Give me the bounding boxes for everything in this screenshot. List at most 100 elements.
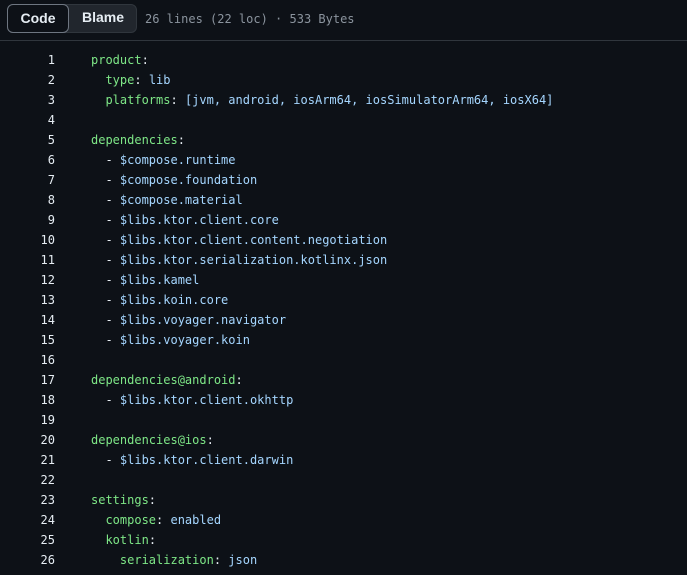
code-text: - $libs.voyager.koin	[91, 330, 250, 350]
code-text: dependencies@android:	[91, 370, 243, 390]
line-number[interactable]: 3	[0, 90, 55, 110]
code-text: serialization: json	[91, 550, 257, 570]
line-number[interactable]: 25	[0, 530, 55, 550]
code-line: 24 compose: enabled	[0, 510, 687, 530]
code-text: kotlin:	[91, 530, 156, 550]
code-line: 9 - $libs.ktor.client.core	[0, 210, 687, 230]
yaml-colon: :	[170, 93, 185, 107]
code-view-button[interactable]: Code	[7, 4, 69, 33]
code-line: 13 - $libs.koin.core	[0, 290, 687, 310]
code-line: 25 kotlin:	[0, 530, 687, 550]
code-line: 8 - $compose.material	[0, 190, 687, 210]
line-number[interactable]: 10	[0, 230, 55, 250]
yaml-colon: :	[148, 533, 157, 547]
code-line: 26 serialization: json	[0, 550, 687, 570]
list-dash: -	[105, 153, 120, 167]
line-number[interactable]: 11	[0, 250, 55, 270]
code-line: 7 - $compose.foundation	[0, 170, 687, 190]
line-number[interactable]: 7	[0, 170, 55, 190]
line-number[interactable]: 6	[0, 150, 55, 170]
code-line: 6 - $compose.runtime	[0, 150, 687, 170]
list-dash: -	[105, 233, 120, 247]
yaml-key: serialization	[119, 553, 214, 567]
code-text: - $libs.ktor.client.content.negotiation	[91, 230, 387, 250]
list-dash: -	[105, 273, 120, 287]
list-dash: -	[105, 193, 120, 207]
yaml-colon: :	[213, 553, 229, 567]
line-number[interactable]: 4	[0, 110, 55, 130]
line-number[interactable]: 23	[0, 490, 55, 510]
yaml-key: kotlin	[105, 533, 149, 547]
line-number[interactable]: 14	[0, 310, 55, 330]
code-line: 12 - $libs.kamel	[0, 270, 687, 290]
code-line: 17 dependencies@android:	[0, 370, 687, 390]
code-text: settings:	[91, 490, 156, 510]
line-number[interactable]: 22	[0, 470, 55, 490]
line-number[interactable]: 20	[0, 430, 55, 450]
yaml-key: platforms	[105, 93, 171, 107]
code-line: 18 - $libs.ktor.client.okhttp	[0, 390, 687, 410]
list-dash: -	[105, 213, 120, 227]
line-number[interactable]: 1	[0, 50, 55, 70]
list-dash: -	[105, 453, 120, 467]
yaml-value: lib	[148, 73, 171, 87]
code-text: - $libs.ktor.client.core	[91, 210, 278, 230]
yaml-colon: :	[141, 53, 149, 67]
code-line: 11 - $libs.ktor.serialization.kotlinx.js…	[0, 250, 687, 270]
code-text: product:	[91, 50, 149, 70]
code-line: 19	[0, 410, 687, 430]
yaml-colon: :	[134, 73, 149, 87]
list-dash: -	[105, 293, 120, 307]
line-number[interactable]: 17	[0, 370, 55, 390]
line-number[interactable]: 16	[0, 350, 55, 370]
yaml-key: type	[105, 73, 135, 87]
code-text: compose: enabled	[91, 510, 221, 530]
file-toolbar: Code Blame 26 lines (22 loc) · 533 Bytes	[0, 0, 687, 41]
yaml-value: $libs.ktor.client.darwin	[119, 453, 294, 467]
yaml-value: json	[228, 553, 258, 567]
yaml-colon: :	[148, 493, 157, 507]
code-line: 10 - $libs.ktor.client.content.negotiati…	[0, 230, 687, 250]
code-line: 4	[0, 110, 687, 130]
line-number[interactable]: 19	[0, 410, 55, 430]
line-number[interactable]: 12	[0, 270, 55, 290]
line-number[interactable]: 24	[0, 510, 55, 530]
code-text: - $libs.kamel	[91, 270, 199, 290]
line-number[interactable]: 15	[0, 330, 55, 350]
yaml-value: $libs.kamel	[119, 273, 200, 287]
view-mode-segmented-control: Code Blame	[7, 4, 137, 33]
line-number[interactable]: 18	[0, 390, 55, 410]
yaml-key: dependencies@android	[91, 373, 236, 387]
line-number[interactable]: 21	[0, 450, 55, 470]
line-number[interactable]: 2	[0, 70, 55, 90]
line-number[interactable]: 5	[0, 130, 55, 150]
blame-view-button[interactable]: Blame	[70, 4, 136, 33]
code-viewer[interactable]: 1 product: 2 type: lib 3 platforms: [jvm, a…	[0, 50, 687, 570]
line-number[interactable]: 13	[0, 290, 55, 310]
line-number[interactable]: 9	[0, 210, 55, 230]
line-number[interactable]: 26	[0, 550, 55, 570]
yaml-colon: :	[206, 433, 214, 447]
file-info-text: 26 lines (22 loc) · 533 Bytes	[145, 12, 355, 26]
line-number[interactable]: 8	[0, 190, 55, 210]
code-line: 20 dependencies@ios:	[0, 430, 687, 450]
yaml-value: $libs.ktor.client.content.negotiation	[119, 233, 388, 247]
yaml-value: $libs.ktor.client.okhttp	[119, 393, 294, 407]
code-line: 15 - $libs.voyager.koin	[0, 330, 687, 350]
list-dash: -	[105, 393, 120, 407]
yaml-value: $libs.voyager.koin	[119, 333, 250, 347]
